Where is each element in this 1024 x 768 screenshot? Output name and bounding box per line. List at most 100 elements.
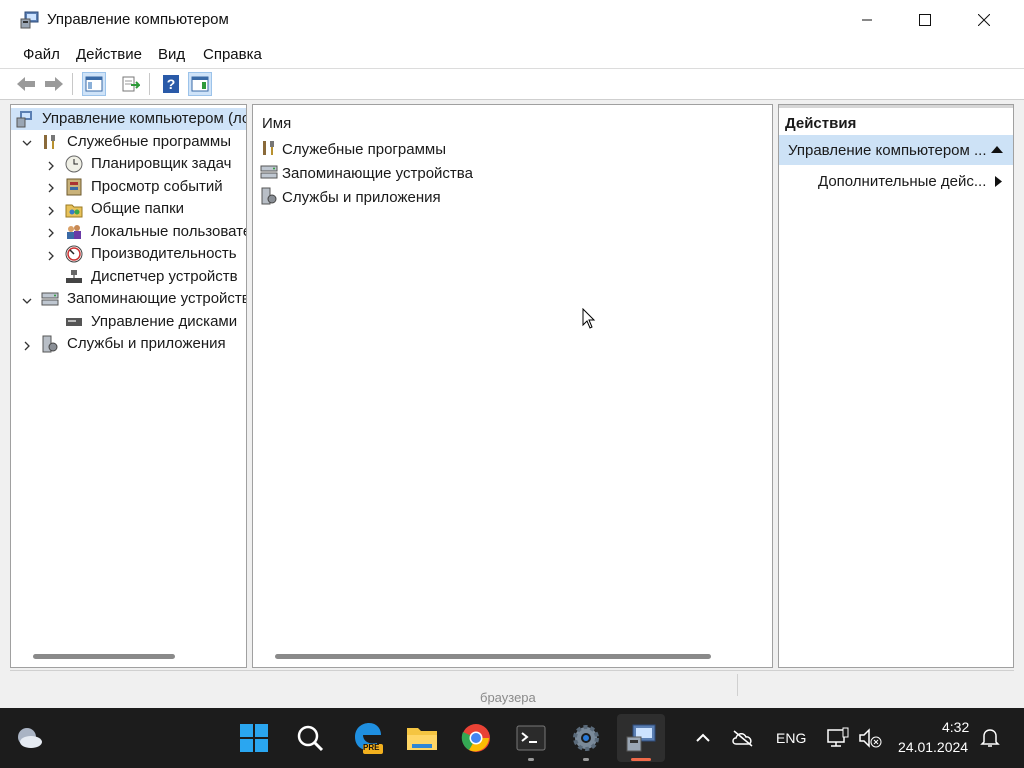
- tree-item-disk-management[interactable]: Управление дисками: [91, 313, 237, 330]
- tree-item-storage[interactable]: Запоминающие устройства: [67, 290, 246, 307]
- list-horizontal-scrollbar[interactable]: [275, 654, 711, 659]
- search-icon: [297, 725, 324, 752]
- collapse-up-icon[interactable]: [991, 145, 1003, 154]
- back-button[interactable]: [14, 72, 38, 96]
- toolbar: ?: [0, 69, 1024, 100]
- maximize-icon: [919, 14, 931, 26]
- chevron-right-icon[interactable]: [45, 182, 57, 194]
- file-explorer-icon: [407, 728, 437, 750]
- actions-section-header[interactable]: Управление компьютером ...: [779, 135, 1013, 165]
- more-actions-label: Дополнительные дейс...: [818, 173, 987, 190]
- menu-view[interactable]: Вид: [158, 46, 185, 63]
- storage-icon: [41, 292, 59, 306]
- computer-management-window: Управление компьютером Файл Действие Вид…: [0, 0, 1024, 708]
- show-hidden-icons-button[interactable]: [683, 718, 723, 758]
- weather-cloud-icon: [18, 728, 42, 748]
- search-button[interactable]: [290, 718, 330, 758]
- chevron-right-icon[interactable]: [45, 250, 57, 262]
- chevron-down-icon[interactable]: [21, 137, 33, 149]
- column-header-name[interactable]: Имя: [262, 115, 291, 132]
- taskbar: PRE ENG 4:32 24.01.2024: [0, 708, 1024, 768]
- tree-root-row[interactable]: Управление компьютером (локальным): [11, 108, 246, 130]
- services-icon: [42, 335, 58, 353]
- language-indicator[interactable]: ENG: [776, 730, 806, 746]
- computer-management-icon: [626, 724, 656, 752]
- edge-preview-button[interactable]: PRE: [347, 718, 387, 758]
- tree-label: Управление компьютером (локальным): [42, 110, 246, 127]
- submenu-arrow-icon: [995, 176, 1002, 187]
- help-button[interactable]: ?: [159, 72, 183, 96]
- tools-icon: [263, 141, 274, 155]
- tree-item-event-viewer[interactable]: Просмотр событий: [91, 178, 223, 195]
- clock-date[interactable]: 24.01.2024: [898, 739, 968, 755]
- volume-button[interactable]: [850, 718, 890, 758]
- file-explorer-button[interactable]: [402, 718, 442, 758]
- settings-icon: [573, 725, 599, 751]
- onedrive-button[interactable]: [723, 718, 763, 758]
- notifications-button[interactable]: [970, 718, 1010, 758]
- toolbar-separator: [149, 73, 150, 95]
- close-button[interactable]: [955, 0, 1013, 40]
- shared-folder-icon: [65, 204, 83, 218]
- computer-management-taskbar-button[interactable]: [617, 714, 665, 762]
- chevron-down-icon[interactable]: [21, 295, 33, 307]
- tree-item-task-scheduler[interactable]: Планировщик задач: [91, 155, 231, 172]
- list-item[interactable]: Запоминающие устройства: [282, 165, 473, 182]
- tree-item-services[interactable]: Службы и приложения: [67, 335, 226, 352]
- show-hide-action-pane-button[interactable]: [188, 72, 212, 96]
- tree-item-device-manager[interactable]: Диспетчер устройств: [91, 268, 238, 285]
- settings-button[interactable]: [566, 718, 606, 761]
- chevron-right-icon[interactable]: [45, 227, 57, 239]
- tree-horizontal-scrollbar[interactable]: [33, 654, 175, 659]
- actions-pane: Действия Управление компьютером ... Допо…: [778, 104, 1014, 668]
- chevron-up-icon: [696, 733, 710, 742]
- chevron-right-icon[interactable]: [45, 160, 57, 172]
- start-icon: [240, 724, 268, 752]
- forward-button[interactable]: [42, 72, 66, 96]
- more-actions-item[interactable]: Дополнительные дейс...: [779, 169, 1013, 193]
- terminal-button[interactable]: [511, 718, 551, 761]
- list-item[interactable]: Служебные программы: [282, 141, 446, 158]
- minimize-button[interactable]: [838, 0, 896, 40]
- tree-item-utilities[interactable]: Служебные программы: [67, 133, 231, 150]
- toolbar-separator: [72, 73, 73, 95]
- computer-management-icon: [16, 111, 32, 128]
- performance-icon: [65, 245, 83, 263]
- svg-text:?: ?: [167, 76, 176, 92]
- actions-header: Действия: [785, 115, 857, 132]
- chrome-button[interactable]: [456, 718, 496, 758]
- export-list-button[interactable]: [119, 72, 143, 96]
- minimize-icon: [862, 19, 872, 21]
- menu-help[interactable]: Справка: [203, 46, 262, 63]
- running-indicator: [583, 758, 589, 761]
- services-icon: [261, 187, 277, 205]
- tree-item-local-users[interactable]: Локальные пользователи и группы: [91, 223, 246, 240]
- status-divider: [737, 674, 738, 696]
- tree-item-performance[interactable]: Производительность: [91, 245, 237, 262]
- close-icon: [978, 14, 990, 26]
- show-hide-console-tree-button[interactable]: [82, 72, 106, 96]
- event-viewer-icon: [66, 178, 82, 196]
- actions-section-label: Управление компьютером ...: [788, 142, 987, 159]
- menu-bar: Файл Действие Вид Справка: [0, 40, 1024, 69]
- list-item[interactable]: Службы и приложения: [282, 189, 441, 206]
- menu-file[interactable]: Файл: [23, 46, 60, 63]
- clock-time[interactable]: 4:32: [942, 719, 969, 735]
- maximize-button[interactable]: [896, 0, 954, 40]
- weather-widget[interactable]: [9, 718, 49, 758]
- tree-item-shared-folders[interactable]: Общие папки: [91, 200, 184, 217]
- title-bar[interactable]: Управление компьютером: [0, 0, 1024, 40]
- bell-icon: [980, 729, 1000, 747]
- mouse-cursor-icon: [582, 308, 596, 329]
- chevron-right-icon[interactable]: [45, 205, 57, 217]
- start-button[interactable]: [234, 718, 274, 758]
- export-icon: [122, 76, 140, 92]
- pre-badge-label: PRE: [363, 743, 380, 752]
- users-icon: [67, 225, 81, 239]
- chevron-right-icon[interactable]: [21, 340, 33, 352]
- menu-action[interactable]: Действие: [76, 46, 142, 63]
- disk-icon: [66, 318, 82, 326]
- console-tree-pane: Управление компьютером (локальным) Служе…: [10, 104, 247, 668]
- terminal-icon: [516, 725, 546, 751]
- help-icon: ?: [163, 75, 179, 93]
